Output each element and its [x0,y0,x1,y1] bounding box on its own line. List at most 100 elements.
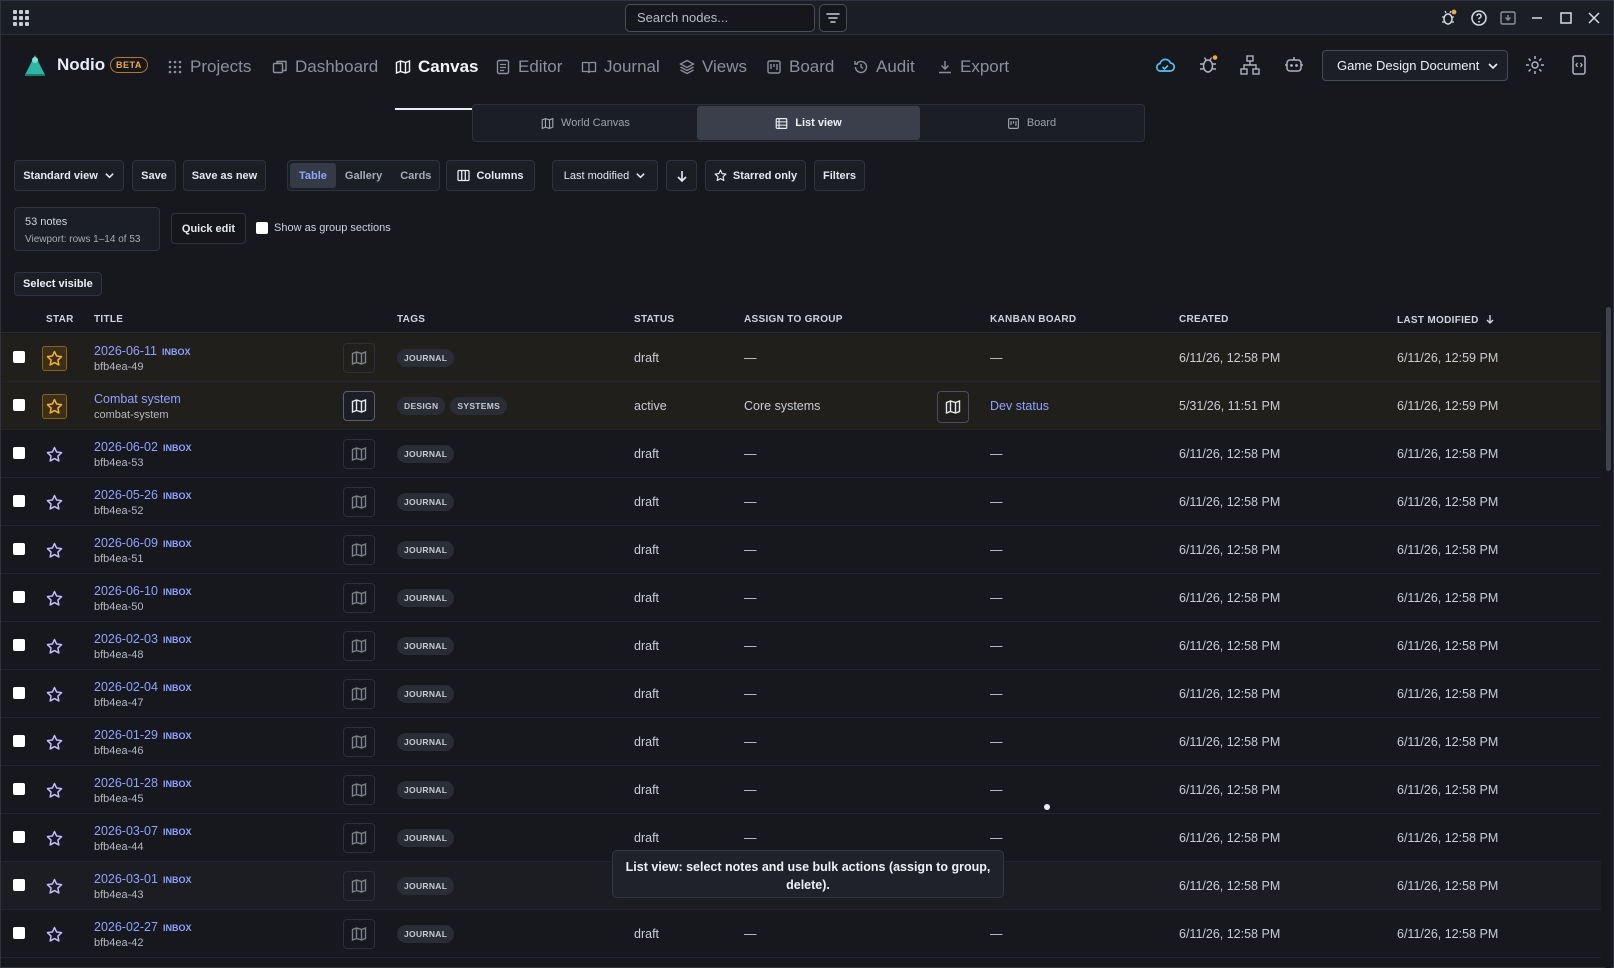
row-checkbox[interactable] [13,687,25,699]
open-on-canvas-button[interactable] [343,439,375,469]
column-created[interactable]: CREATED [1179,314,1229,325]
close-icon[interactable] [1585,9,1603,27]
kanban-board-value[interactable]: — [990,495,1003,509]
select-visible-button[interactable]: Select visible [14,272,102,296]
panel-code-icon[interactable] [1568,54,1590,76]
table-row[interactable]: Combat system combat-system DESIGN SYSTEMS a… [1,382,1601,430]
note-title-link[interactable]: 2026-06-09 INBOX [94,536,191,550]
tag-badge[interactable]: JOURNAL [397,493,455,511]
open-on-canvas-button[interactable] [343,871,375,901]
maximize-icon[interactable] [1557,9,1575,27]
row-checkbox[interactable] [13,927,25,939]
tab-world-canvas[interactable]: World Canvas [474,106,697,140]
open-on-canvas-button[interactable] [343,823,375,853]
columns-button[interactable]: Columns [446,160,535,191]
row-checkbox[interactable] [13,543,25,555]
quick-edit-button[interactable]: Quick edit [171,213,246,244]
kanban-board-value[interactable]: — [990,735,1003,749]
group-value[interactable]: — [744,927,757,941]
row-checkbox[interactable] [13,591,25,603]
save-button[interactable]: Save [132,160,176,191]
group-value[interactable]: — [744,447,757,461]
document-select[interactable]: Game Design Document [1322,50,1508,81]
note-title-link[interactable]: 2026-03-01 INBOX [94,872,191,886]
column-kanban-board[interactable]: KANBAN BOARD [990,314,1076,325]
tab-board[interactable]: Board [920,106,1143,140]
group-value[interactable]: — [744,831,757,845]
note-title-link[interactable]: 2026-02-27 INBOX [94,920,191,934]
star-toggle[interactable] [42,346,67,371]
note-title-link[interactable]: 2026-02-03 INBOX [94,632,191,646]
column-assign-group[interactable]: ASSIGN TO GROUP [744,314,843,325]
kanban-board-value[interactable]: — [990,927,1003,941]
table-row[interactable]: 2026-06-10 INBOX bfb4ea-50 JOURNAL draft — — 6/… [1,574,1601,622]
table-row[interactable]: 2026-01-29 INBOX bfb4ea-46 JOURNAL draft — — 6/… [1,718,1601,766]
status-value[interactable]: draft [634,927,659,941]
table-row[interactable]: 2026-05-26 INBOX bfb4ea-52 JOURNAL draft — — 6/… [1,478,1601,526]
layout-tab-gallery[interactable]: Gallery [336,163,391,188]
row-checkbox[interactable] [13,399,25,411]
table-row[interactable]: 2026-02-04 INBOX bfb4ea-47 JOURNAL draft — — 6/… [1,670,1601,718]
group-canvas-button[interactable] [937,391,969,423]
nav-board[interactable]: Board [766,54,834,80]
kanban-board-value[interactable]: Dev status [990,399,1049,413]
status-value[interactable]: active [634,399,667,413]
download-tray-icon[interactable] [1499,9,1517,27]
open-on-canvas-button[interactable] [343,631,375,661]
kanban-board-value[interactable]: — [990,783,1003,797]
note-title-link[interactable]: 2026-06-10 INBOX [94,584,191,598]
apps-grid-icon[interactable] [13,10,29,26]
status-value[interactable]: draft [634,639,659,653]
tag-badge[interactable]: JOURNAL [397,541,455,559]
nav-editor[interactable]: Editor [495,54,562,80]
status-value[interactable]: draft [634,351,659,365]
status-value[interactable]: draft [634,687,659,701]
help-icon[interactable] [1470,9,1488,27]
column-last-modified[interactable]: LAST MODIFIED [1397,314,1495,326]
tag-badge[interactable]: JOURNAL [397,589,455,607]
open-on-canvas-button[interactable] [343,919,375,949]
note-title-link[interactable]: Combat system [94,392,181,406]
tag-badge[interactable]: JOURNAL [397,349,455,367]
open-on-canvas-button[interactable] [343,487,375,517]
kanban-board-value[interactable]: — [990,687,1003,701]
filters-button[interactable]: Filters [814,160,865,191]
nav-canvas[interactable]: Canvas [395,54,478,80]
tag-badge[interactable]: JOURNAL [397,877,455,895]
open-on-canvas-button[interactable] [343,391,375,421]
note-title-link[interactable]: 2026-02-04 INBOX [94,680,191,694]
open-on-canvas-button[interactable] [343,727,375,757]
nav-audit[interactable]: Audit [853,54,915,80]
group-value[interactable]: — [744,687,757,701]
debug-bug-icon[interactable] [1197,54,1219,76]
search-filter-button[interactable] [819,4,847,32]
open-on-canvas-button[interactable] [343,583,375,613]
cloud-sync-icon[interactable] [1154,54,1176,76]
group-value[interactable]: — [744,783,757,797]
star-toggle[interactable] [42,730,67,755]
table-row[interactable]: 2026-02-03 INBOX bfb4ea-48 JOURNAL draft — — 6/… [1,622,1601,670]
nav-journal[interactable]: Journal [581,54,660,80]
tag-badge[interactable]: JOURNAL [397,685,455,703]
minimize-icon[interactable] [1528,9,1546,27]
row-checkbox[interactable] [13,495,25,507]
star-toggle[interactable] [42,874,67,899]
row-checkbox[interactable] [13,879,25,891]
nav-projects[interactable]: Projects [167,54,251,80]
column-title[interactable]: TITLE [94,314,123,325]
table-row[interactable]: 2026-06-09 INBOX bfb4ea-51 JOURNAL draft — — 6/… [1,526,1601,574]
note-title-link[interactable]: 2026-01-28 INBOX [94,776,191,790]
note-title-link[interactable]: 2026-06-11 INBOX [94,344,191,358]
star-toggle[interactable] [42,586,67,611]
column-tags[interactable]: TAGS [397,314,425,325]
group-value[interactable]: — [744,591,757,605]
table-row[interactable]: 2026-02-27 INBOX bfb4ea-42 JOURNAL draft — — 6/… [1,910,1601,958]
star-toggle[interactable] [42,826,67,851]
tag-badge[interactable]: JOURNAL [397,733,455,751]
nav-views[interactable]: Views [679,54,747,80]
settings-gear-icon[interactable] [1524,54,1546,76]
tag-badge[interactable]: JOURNAL [397,781,455,799]
kanban-board-value[interactable]: — [990,351,1003,365]
status-value[interactable]: draft [634,735,659,749]
tab-list-view[interactable]: List view [697,106,920,140]
